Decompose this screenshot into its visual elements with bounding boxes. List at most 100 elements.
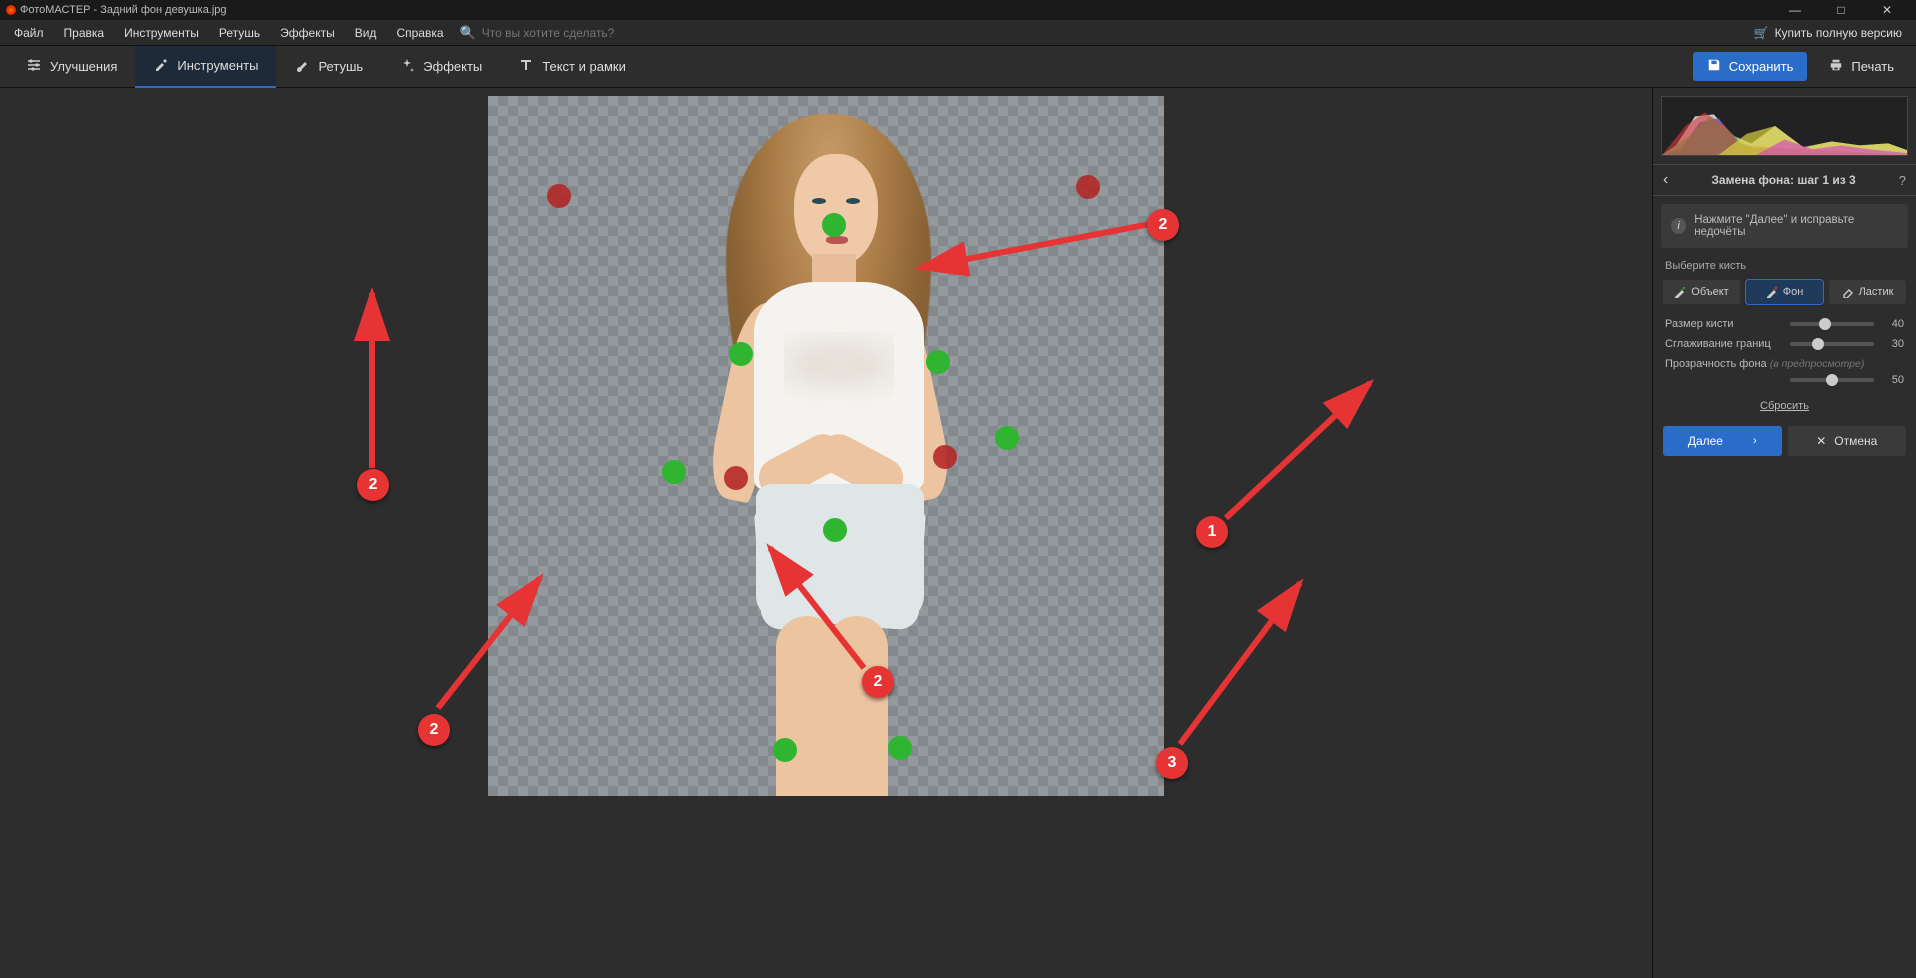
menubar: Файл Правка Инструменты Ретушь Эффекты В… — [0, 20, 1916, 46]
maximize-button[interactable]: □ — [1818, 0, 1864, 20]
slider-track[interactable] — [1790, 342, 1874, 346]
slider-brush-size[interactable]: Размер кисти 40 — [1653, 314, 1916, 334]
brush-section-label: Выберите кисть — [1653, 256, 1916, 276]
brush-green-icon — [1674, 286, 1686, 298]
help-button[interactable]: ? — [1899, 173, 1906, 188]
next-label: Далее — [1688, 434, 1723, 448]
brush-eraser-button[interactable]: Ластик — [1829, 280, 1906, 304]
annotation-badge: 3 — [1156, 747, 1188, 779]
object-brush-dot — [662, 460, 686, 484]
sparkle-icon — [399, 57, 415, 76]
menu-effects[interactable]: Эффекты — [270, 23, 345, 43]
slider-track[interactable] — [1790, 378, 1874, 382]
search-icon: 🔍 — [460, 25, 476, 41]
panel-title: Замена фона: шаг 1 из 3 — [1668, 173, 1898, 187]
tab-label: Ретушь — [318, 59, 363, 74]
menu-tools[interactable]: Инструменты — [114, 23, 209, 43]
info-icon: i — [1671, 218, 1686, 234]
slider-label: Сглаживание границ — [1665, 338, 1782, 350]
brush-background-button[interactable]: Фон — [1746, 280, 1823, 304]
tab-label: Текст и рамки — [542, 59, 626, 74]
text-icon — [518, 57, 534, 76]
reset-link[interactable]: Сбросить — [1653, 390, 1916, 426]
slider-value: 30 — [1882, 338, 1904, 350]
slider-label: Прозрачность фона (в предпросмотре) — [1665, 358, 1904, 370]
annotation-badge: 2 — [1147, 209, 1179, 241]
tab-tools[interactable]: Инструменты — [135, 46, 276, 88]
brush-icon — [294, 57, 310, 76]
next-button[interactable]: Далее › — [1663, 426, 1782, 456]
object-brush-dot — [888, 736, 912, 760]
search-input[interactable] — [482, 26, 682, 40]
hint-bar: i Нажмите "Далее" и исправьте недочёты — [1661, 204, 1908, 248]
brush-label: Объект — [1691, 286, 1728, 298]
slider-track[interactable] — [1790, 322, 1874, 326]
tab-effects[interactable]: Эффекты — [381, 46, 500, 88]
object-brush-dot — [823, 518, 847, 542]
tools-icon — [153, 56, 169, 75]
save-button[interactable]: Сохранить — [1693, 52, 1808, 81]
app-logo-icon — [6, 5, 16, 15]
buy-full-version-button[interactable]: 🛒 Купить полную версию — [1744, 23, 1912, 43]
minimize-button[interactable]: — — [1772, 0, 1818, 20]
menu-retouch[interactable]: Ретушь — [209, 23, 270, 43]
annotation-badge: 2 — [418, 714, 450, 746]
save-icon — [1707, 58, 1721, 75]
print-button[interactable]: Печать — [1815, 52, 1908, 81]
image-canvas[interactable] — [488, 96, 1164, 796]
slider-value: 50 — [1882, 374, 1904, 386]
sliders-icon — [26, 57, 42, 76]
cancel-button[interactable]: ✕ Отмена — [1788, 426, 1907, 456]
eraser-icon — [1842, 286, 1854, 298]
object-brush-dot — [773, 738, 797, 762]
subject-figure — [636, 96, 1016, 796]
tab-label: Инструменты — [177, 58, 258, 73]
print-icon — [1829, 58, 1843, 75]
background-brush-dot — [933, 445, 957, 469]
close-icon: ✕ — [1816, 434, 1826, 448]
menu-help[interactable]: Справка — [386, 23, 453, 43]
titlebar: ФотоМАСТЕР - Задний фон девушка.jpg — □ … — [0, 0, 1916, 20]
slider-value: 40 — [1882, 318, 1904, 330]
chevron-right-icon: › — [1753, 435, 1757, 447]
background-brush-dot — [724, 466, 748, 490]
cart-icon: 🛒 — [1754, 26, 1769, 40]
panel-header: ‹ Замена фона: шаг 1 из 3 ? — [1653, 164, 1916, 196]
menu-edit[interactable]: Правка — [54, 23, 115, 43]
main-toolbar: Улучшения Инструменты Ретушь Эффекты Тек… — [0, 46, 1916, 88]
tab-label: Эффекты — [423, 59, 482, 74]
slider-label: Размер кисти — [1665, 318, 1782, 330]
object-brush-dot — [729, 342, 753, 366]
object-brush-dot — [822, 213, 846, 237]
annotation-badge: 2 — [862, 666, 894, 698]
close-window-button[interactable]: ✕ — [1864, 0, 1910, 20]
tab-retouch[interactable]: Ретушь — [276, 46, 381, 88]
object-brush-dot — [926, 350, 950, 374]
brush-red-icon — [1766, 286, 1778, 298]
cancel-label: Отмена — [1834, 434, 1877, 448]
slider-smoothing[interactable]: Сглаживание границ 30 — [1653, 334, 1916, 354]
print-label: Печать — [1851, 59, 1894, 74]
brush-label: Фон — [1783, 286, 1804, 298]
menu-file[interactable]: Файл — [4, 23, 54, 43]
window-title: ФотоМАСТЕР - Задний фон девушка.jpg — [20, 4, 227, 16]
buy-label: Купить полную версию — [1775, 26, 1902, 40]
brush-object-button[interactable]: Объект — [1663, 280, 1740, 304]
slider-bg-opacity[interactable]: Прозрачность фона (в предпросмотре) — [1653, 354, 1916, 374]
brush-label: Ластик — [1859, 286, 1894, 298]
background-brush-dot — [547, 184, 571, 208]
hint-text: Нажмите "Далее" и исправьте недочёты — [1694, 214, 1898, 238]
tab-text-frames[interactable]: Текст и рамки — [500, 46, 644, 88]
annotation-badge: 1 — [1196, 516, 1228, 548]
right-panel: ‹ Замена фона: шаг 1 из 3 ? i Нажмите "Д… — [1652, 88, 1916, 978]
tab-enhancements[interactable]: Улучшения — [8, 46, 135, 88]
object-brush-dot — [995, 426, 1019, 450]
save-label: Сохранить — [1729, 59, 1794, 74]
slider-bg-opacity-control[interactable]: 50 — [1653, 374, 1916, 390]
tab-label: Улучшения — [50, 59, 117, 74]
canvas-area: 1 2 2 2 2 3 — [0, 88, 1652, 978]
background-brush-dot — [1076, 175, 1100, 199]
menu-view[interactable]: Вид — [345, 23, 387, 43]
annotation-badge: 2 — [357, 469, 389, 501]
histogram — [1661, 96, 1908, 156]
